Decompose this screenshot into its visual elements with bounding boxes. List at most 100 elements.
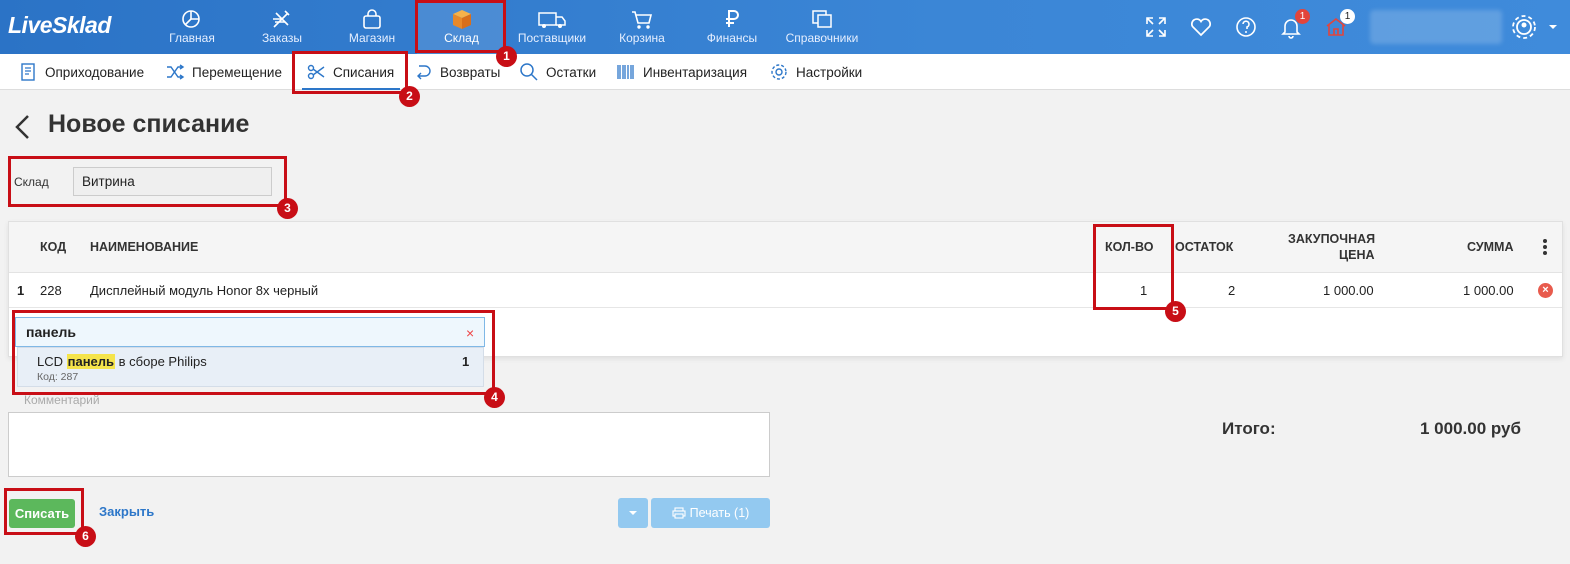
warehouse-select[interactable]: Витрина bbox=[73, 167, 272, 196]
home-badge: 1 bbox=[1340, 9, 1355, 24]
notifications-button[interactable]: 1 bbox=[1278, 9, 1310, 40]
subnav-inventory-label: Инвентаризация bbox=[643, 64, 748, 80]
app-logo[interactable]: LiveSklad bbox=[8, 12, 111, 39]
header-price-line1: ЗАКУПОЧНАЯ bbox=[1288, 232, 1376, 246]
box-icon bbox=[452, 10, 471, 29]
table-row[interactable]: 1 228 Дисплейный модуль Honor 8x черный … bbox=[9, 273, 1562, 308]
search-clear-icon[interactable]: × bbox=[466, 325, 474, 341]
search-result-qty: 1 bbox=[462, 354, 470, 369]
subnav-transfer-label: Перемещение bbox=[192, 64, 282, 80]
nav-references[interactable]: Справочники bbox=[781, 0, 863, 54]
header-qty: КОЛ-ВО bbox=[1105, 240, 1154, 254]
subnav-stock[interactable]: Остатки bbox=[519, 54, 596, 90]
search-icon bbox=[520, 63, 538, 81]
row-stock: 2 bbox=[1228, 283, 1236, 298]
row-name: Дисплейный модуль Honor 8x черный bbox=[90, 283, 319, 298]
scissors-icon bbox=[307, 64, 325, 80]
subnav-stock-label: Остатки bbox=[546, 64, 597, 80]
cart-icon bbox=[632, 11, 653, 29]
heart-icon[interactable] bbox=[1188, 14, 1214, 40]
warehouse-subnav: Оприходование Перемещение Списания Возвр… bbox=[0, 54, 1570, 90]
receipt-icon bbox=[21, 63, 35, 81]
warehouse-label: Склад bbox=[14, 175, 49, 189]
home-button[interactable]: 1 bbox=[1323, 9, 1355, 40]
subnav-transfer[interactable]: Перемещение bbox=[165, 54, 282, 90]
row-price: 1 000.00 bbox=[1323, 283, 1374, 298]
nav-cart-label: Корзина bbox=[619, 31, 665, 45]
barcode-icon bbox=[617, 65, 634, 79]
gear-icon bbox=[771, 64, 787, 80]
nav-orders[interactable]: Заказы bbox=[258, 0, 306, 54]
subnav-receipt-label: Оприходование bbox=[45, 64, 145, 80]
product-search-input[interactable]: панель bbox=[15, 317, 485, 347]
nav-warehouse-label: Склад bbox=[444, 31, 479, 45]
annotation-number-2: 2 bbox=[399, 86, 420, 107]
ruble-icon bbox=[726, 10, 739, 27]
printer-icon bbox=[672, 507, 686, 519]
subnav-settings-label: Настройки bbox=[796, 64, 863, 80]
row-code: 228 bbox=[40, 283, 62, 298]
header-code: КОД bbox=[40, 240, 67, 254]
row-sum: 1 000.00 bbox=[1463, 283, 1514, 298]
print-button[interactable]: Печать (1) bbox=[651, 498, 770, 528]
nav-references-label: Справочники bbox=[785, 31, 859, 45]
nav-suppliers-label: Поставщики bbox=[517, 31, 587, 45]
print-options-button[interactable] bbox=[618, 498, 648, 528]
nav-warehouse[interactable]: Склад bbox=[417, 0, 506, 54]
chevron-down-icon[interactable] bbox=[1547, 22, 1559, 32]
header-sum: СУММА bbox=[1467, 240, 1514, 254]
annotation-number-5: 5 bbox=[1165, 301, 1186, 322]
nav-shop[interactable]: Магазин bbox=[344, 0, 400, 54]
comment-textarea[interactable] bbox=[8, 412, 770, 477]
comment-label: Комментарий bbox=[24, 393, 100, 407]
annotation-number-3: 3 bbox=[277, 198, 298, 219]
back-arrow-icon[interactable] bbox=[10, 112, 34, 142]
truck-icon bbox=[538, 12, 566, 28]
total-label: Итого: bbox=[1222, 419, 1276, 438]
return-icon bbox=[417, 65, 431, 80]
caret-down-icon bbox=[629, 510, 637, 515]
annotation-number-1: 1 bbox=[496, 46, 517, 67]
search-result-name: LCD панель в сборе Philips bbox=[37, 354, 207, 369]
search-result-code: Код: 287 bbox=[37, 371, 79, 383]
result-name-prefix: LCD bbox=[37, 354, 67, 369]
notifications-badge: 1 bbox=[1295, 9, 1310, 24]
nav-orders-label: Заказы bbox=[261, 31, 303, 45]
print-button-label: Печать (1) bbox=[689, 506, 750, 520]
shopping-bag-icon bbox=[363, 9, 381, 29]
top-navbar: LiveSklad Главная Заказы Магазин Склад П… bbox=[0, 0, 1570, 54]
subnav-writeoffs-label: Списания bbox=[333, 64, 395, 80]
nav-finance-label: Финансы bbox=[706, 31, 758, 45]
search-result-item[interactable]: LCD панель в сборе Philips Код: 287 1 bbox=[17, 347, 484, 387]
column-menu-icon[interactable] bbox=[1542, 238, 1548, 256]
result-name-suffix: в сборе Philips bbox=[115, 354, 207, 369]
user-name-blurred[interactable] bbox=[1370, 10, 1502, 44]
row-qty[interactable]: 1 bbox=[1140, 283, 1147, 298]
result-name-highlight: панель bbox=[66, 354, 116, 369]
nav-shop-label: Магазин bbox=[348, 31, 396, 45]
row-number: 1 bbox=[17, 283, 25, 298]
subnav-settings[interactable]: Настройки bbox=[769, 54, 862, 90]
remove-row-icon[interactable]: × bbox=[1538, 283, 1553, 298]
fullscreen-icon[interactable] bbox=[1143, 14, 1169, 40]
help-icon[interactable] bbox=[1233, 14, 1259, 40]
subnav-returns[interactable]: Возвраты bbox=[413, 54, 500, 90]
user-settings-icon[interactable] bbox=[1507, 10, 1541, 44]
header-price-line2: ЦЕНА bbox=[1339, 248, 1375, 262]
table-header: КОД НАИМЕНОВАНИЕ КОЛ-ВО ОСТАТОК ЗАКУПОЧН… bbox=[9, 222, 1562, 273]
header-name: НАИМЕНОВАНИЕ bbox=[90, 240, 199, 254]
subnav-receipt[interactable]: Оприходование bbox=[18, 54, 144, 90]
page-title: Новое списание bbox=[48, 110, 250, 138]
nav-cart[interactable]: Корзина bbox=[615, 0, 669, 54]
subnav-writeoffs[interactable]: Списания bbox=[301, 54, 401, 90]
close-link[interactable]: Закрыть bbox=[99, 504, 154, 519]
writeoff-submit-button[interactable]: Списать bbox=[9, 499, 75, 528]
nav-home[interactable]: Главная bbox=[166, 0, 218, 54]
nav-suppliers[interactable]: Поставщики bbox=[514, 0, 590, 54]
books-icon bbox=[812, 10, 832, 28]
nav-finance[interactable]: Финансы bbox=[704, 0, 760, 54]
annotation-number-6: 6 bbox=[75, 526, 96, 547]
subnav-inventory[interactable]: Инвентаризация bbox=[616, 54, 747, 90]
header-stock: ОСТАТОК bbox=[1175, 240, 1234, 254]
total-value: 1 000.00 руб bbox=[1420, 419, 1522, 438]
